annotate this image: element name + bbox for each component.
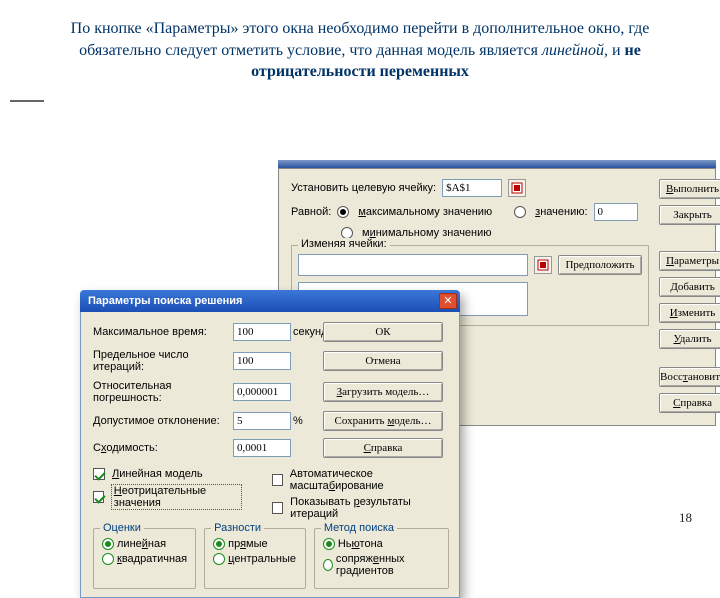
edit-button[interactable]: Изменить	[659, 303, 720, 323]
precision-input[interactable]	[233, 383, 291, 401]
bullet-rule	[10, 100, 44, 102]
guess-button[interactable]: Предположить	[558, 255, 642, 275]
showiter-label: Показывать результаты итераций	[290, 496, 449, 520]
parameters-titlebar[interactable]: Параметры поиска решения ✕	[80, 290, 460, 312]
parameters-dialog: Параметры поиска решения ✕ Максимальное …	[80, 290, 460, 598]
refedit-icon-2[interactable]	[534, 256, 552, 274]
add-button[interactable]: Добавить	[659, 277, 720, 297]
nonneg-checkbox[interactable]	[93, 491, 104, 503]
nonneg-label: Неотрицательные значения	[111, 484, 242, 510]
linear-label: Линейная модель	[112, 468, 203, 480]
precision-label: Относительная погрешность:	[93, 380, 233, 404]
est-quad-label: квадратичная	[117, 553, 187, 565]
restore-button[interactable]: Восстановить	[659, 367, 720, 387]
page-number: 18	[679, 510, 692, 526]
deriv-cent-radio[interactable]	[213, 553, 225, 565]
changing-label: Изменяя ячейки:	[298, 238, 390, 250]
equal-label: Равной:	[291, 206, 331, 218]
convergence-input[interactable]	[233, 439, 291, 457]
help-button-2[interactable]: Справка	[323, 438, 443, 458]
percent-label: %	[293, 415, 323, 427]
close-button[interactable]: Закрыть	[659, 205, 720, 225]
close-icon[interactable]: ✕	[439, 293, 457, 309]
deriv-group: Разности прямые центральные	[204, 528, 306, 589]
tolerance-input[interactable]	[233, 412, 291, 430]
convergence-label: Сходимость:	[93, 442, 233, 454]
max-time-label: Максимальное время:	[93, 326, 233, 338]
target-label: Установить целевую ячейку:	[291, 182, 436, 194]
conjgrad-label: сопряженных градиентов	[336, 553, 440, 577]
autoscale-label: Автоматическое масштабирование	[290, 468, 449, 492]
slide-title: По кнопке «Параметры» этого окна необход…	[0, 0, 720, 91]
parameters-title: Параметры поиска решения	[88, 295, 242, 307]
conjgrad-radio[interactable]	[323, 559, 333, 571]
delete-button[interactable]: Удалить	[659, 329, 720, 349]
seconds-label: секунд	[293, 326, 323, 338]
max-time-input[interactable]	[233, 323, 291, 341]
iterations-input[interactable]	[233, 352, 291, 370]
ok-button[interactable]: ОК	[323, 322, 443, 342]
value-input[interactable]	[594, 203, 638, 221]
deriv-cent-label: центральные	[228, 553, 296, 565]
load-button[interactable]: Загрузить модель…	[323, 382, 443, 402]
est-quad-radio[interactable]	[102, 553, 114, 565]
autoscale-checkbox[interactable]	[272, 474, 283, 486]
parameters-button[interactable]: Параметры	[659, 251, 720, 271]
showiter-checkbox[interactable]	[272, 502, 283, 514]
estimates-legend: Оценки	[100, 522, 144, 534]
opt-value-label: значению:	[535, 206, 587, 218]
save-button[interactable]: Сохранить модель…	[323, 411, 443, 431]
deriv-legend: Разности	[211, 522, 264, 534]
estimates-group: Оценки линейная квадратичная	[93, 528, 196, 589]
help-button[interactable]: Справка	[659, 393, 720, 413]
tolerance-label: Допустимое отклонение:	[93, 415, 233, 427]
radio-max[interactable]	[337, 206, 349, 218]
solver-titlebar	[278, 160, 716, 168]
changing-cells-input[interactable]	[298, 254, 528, 276]
refedit-icon[interactable]	[508, 179, 526, 197]
cancel-button[interactable]: Отмена	[323, 351, 443, 371]
target-cell-input[interactable]	[442, 179, 502, 197]
run-button[interactable]: Выполнить	[659, 179, 720, 199]
linear-checkbox[interactable]	[93, 468, 105, 480]
search-legend: Метод поиска	[321, 522, 397, 534]
search-group: Метод поиска Ньютона сопряженных градиен…	[314, 528, 449, 589]
radio-value[interactable]	[514, 206, 526, 218]
iterations-label: Предельное число итераций:	[93, 349, 233, 373]
opt-max-label: ммаксимальному значениюаксимальному знач…	[358, 206, 492, 218]
